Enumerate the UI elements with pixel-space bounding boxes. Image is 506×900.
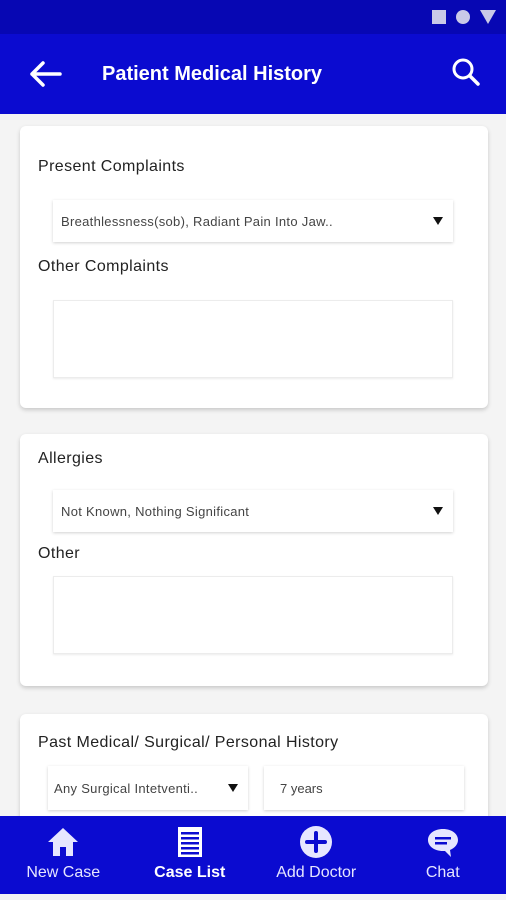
nav-new-case-label: New Case bbox=[26, 864, 101, 881]
home-icon bbox=[48, 828, 79, 856]
allergies-value: Not Known, Nothing Significant bbox=[61, 504, 250, 519]
chat-icon bbox=[427, 829, 458, 857]
history-card: Past Medical/ Surgical/ Personal History… bbox=[20, 714, 488, 816]
history-label: Past Medical/ Surgical/ Personal History bbox=[38, 734, 339, 751]
status-icons bbox=[432, 10, 496, 24]
bottom-navigation: New Case Case List Add Doctor Chat bbox=[0, 816, 506, 894]
nav-case-list[interactable]: Case List bbox=[127, 816, 254, 894]
nav-new-case[interactable]: New Case bbox=[0, 816, 127, 894]
list-icon bbox=[177, 827, 202, 857]
back-button[interactable] bbox=[28, 58, 64, 90]
surgical-intervention-select[interactable]: Any Surgical Intetventi.. bbox=[48, 766, 248, 810]
other-complaints-label: Other Complaints bbox=[38, 258, 169, 275]
search-button[interactable] bbox=[450, 56, 482, 88]
triangle-icon bbox=[480, 10, 496, 24]
nav-case-list-label: Case List bbox=[154, 864, 226, 881]
nav-add-doctor[interactable]: Add Doctor bbox=[253, 816, 380, 894]
arrow-back-icon bbox=[30, 61, 62, 87]
dropdown-arrow-icon bbox=[433, 507, 443, 515]
nav-chat-label: Chat bbox=[425, 864, 460, 881]
allergies-card: Allergies Not Known, Nothing Significant… bbox=[20, 434, 488, 686]
nav-chat[interactable]: Chat bbox=[380, 816, 506, 894]
present-complaints-value: Breathlessness(sob), Radiant Pain Into J… bbox=[61, 214, 333, 229]
add-circle-icon bbox=[300, 826, 333, 858]
present-complaints-label: Present Complaints bbox=[38, 158, 185, 175]
status-bar bbox=[0, 0, 506, 34]
surgical-intervention-value: Any Surgical Intetventi.. bbox=[54, 781, 199, 796]
nav-add-doctor-label: Add Doctor bbox=[276, 864, 357, 881]
circle-icon bbox=[456, 10, 470, 24]
search-icon bbox=[452, 58, 480, 86]
bottom-edge bbox=[0, 894, 506, 900]
complaints-card: Present Complaints Breathlessness(sob), … bbox=[20, 126, 488, 408]
dropdown-arrow-icon bbox=[228, 784, 238, 792]
duration-value: 7 years bbox=[280, 781, 323, 796]
other-allergies-label: Other bbox=[38, 545, 81, 562]
dropdown-arrow-icon bbox=[433, 217, 443, 225]
other-complaints-field[interactable] bbox=[53, 300, 453, 378]
allergies-select[interactable]: Not Known, Nothing Significant bbox=[53, 490, 453, 532]
other-allergies-field[interactable] bbox=[53, 576, 453, 654]
page-title: Patient Medical History bbox=[102, 63, 323, 85]
allergies-label: Allergies bbox=[38, 450, 103, 467]
form-scroll-area[interactable]: Present Complaints Breathlessness(sob), … bbox=[0, 114, 506, 816]
square-icon bbox=[432, 10, 446, 24]
present-complaints-select[interactable]: Breathlessness(sob), Radiant Pain Into J… bbox=[53, 200, 453, 242]
app-bar: Patient Medical History bbox=[0, 34, 506, 114]
duration-field[interactable]: 7 years bbox=[264, 766, 464, 810]
